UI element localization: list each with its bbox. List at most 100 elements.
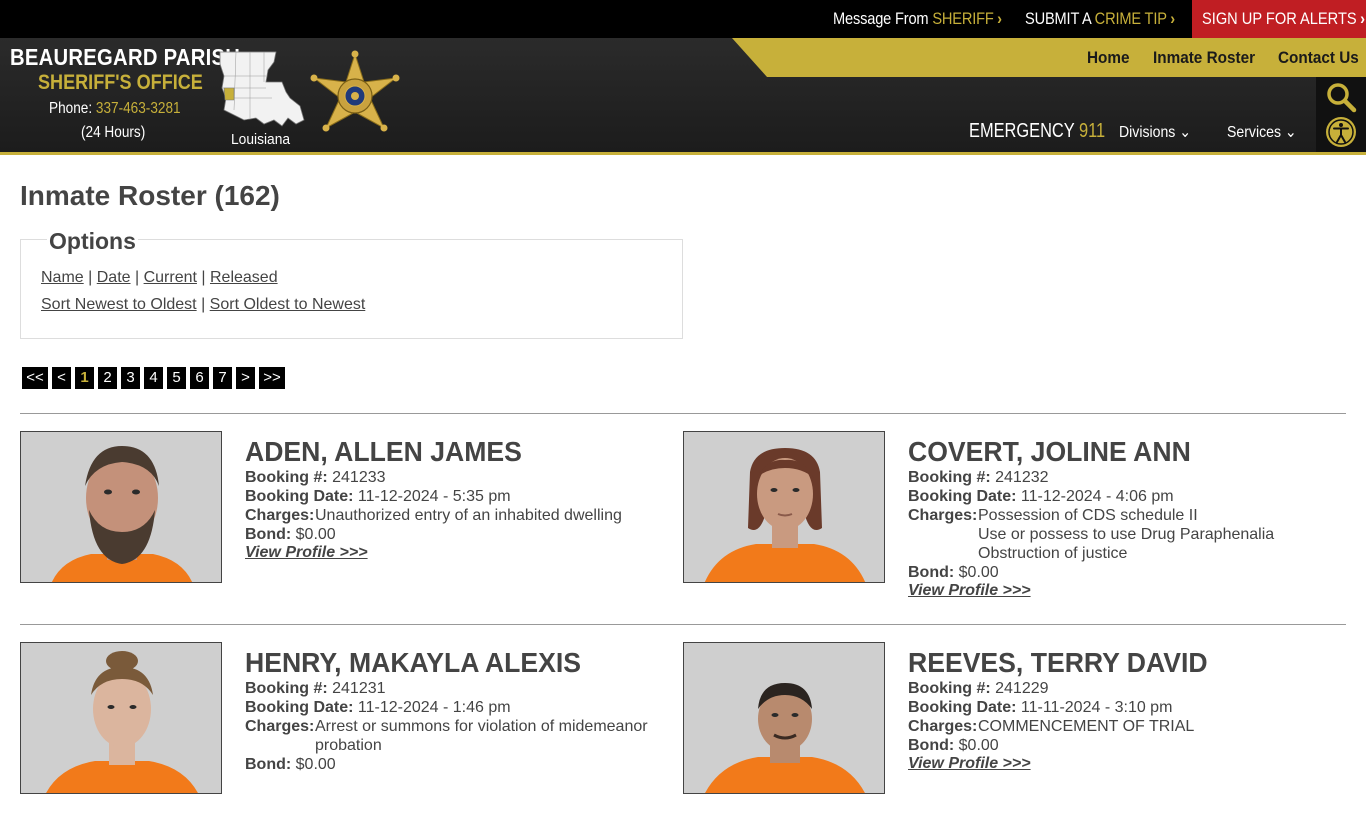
search-icon[interactable]: [1324, 80, 1358, 114]
pager-page-7[interactable]: 7: [213, 367, 232, 389]
booking-number-label: Booking #:: [908, 469, 991, 486]
bond-row: Bond: $0.00: [908, 736, 999, 755]
charge-item: Possession of CDS schedule II: [978, 507, 1198, 524]
booking-date-label: Booking Date:: [908, 488, 1017, 505]
chevron-right-icon: ›: [1360, 9, 1365, 28]
separator: |: [196, 296, 210, 313]
booking-date-value: 11-12-2024 - 5:35 pm: [357, 488, 511, 505]
phone-number[interactable]: 337-463-3281: [96, 100, 181, 117]
bond-value: $0.00: [295, 526, 336, 543]
booking-date-row: Booking Date: 11-12-2024 - 4:06 pm: [908, 487, 1174, 506]
view-profile-link[interactable]: View Profile >>>: [245, 544, 368, 562]
charges-row: Charges: COMMENCEMENT OF TRIAL: [908, 717, 1194, 736]
pager-page-1[interactable]: 1: [75, 367, 94, 389]
bond-value: $0.00: [958, 737, 999, 754]
submit-tip-label: SUBMIT A: [1025, 9, 1095, 28]
bond-row: Bond: $0.00: [245, 525, 336, 544]
inmate-mugshot[interactable]: [20, 431, 222, 583]
phone-hours: (24 Hours): [81, 124, 146, 141]
accessibility-icon[interactable]: [1324, 115, 1358, 149]
booking-number-value: 241232: [995, 469, 1049, 486]
charges-label: Charges:: [245, 507, 315, 524]
view-profile-link[interactable]: View Profile >>>: [908, 755, 1031, 773]
louisiana-map-icon: [219, 51, 305, 127]
chevron-right-icon: ›: [1170, 9, 1175, 28]
message-from-sheriff-link[interactable]: Message From SHERIFF ›: [833, 0, 1002, 38]
view-profile-link[interactable]: View Profile >>>: [908, 582, 1031, 600]
bond-label: Bond:: [908, 737, 955, 754]
pager-page-6[interactable]: 6: [190, 367, 209, 389]
booking-number-label: Booking #:: [908, 680, 991, 697]
options-legend: Options: [47, 228, 138, 255]
pager-next[interactable]: >: [236, 367, 255, 389]
charge-item: COMMENCEMENT OF TRIAL: [978, 718, 1195, 735]
filter-options-row: Name | Date | Current | Released: [41, 269, 278, 287]
booking-number-value: 241229: [995, 680, 1049, 697]
charges-label: Charges:: [908, 718, 978, 735]
charges-row: Charges: Unauthorized entry of an inhabit…: [245, 506, 622, 525]
message-from-accent: SHERIFF: [932, 9, 994, 28]
options-box: Options Name | Date | Current | Released…: [20, 228, 683, 339]
inmate-mugshot[interactable]: [683, 431, 885, 583]
emergency-label: EMERGENCY: [969, 120, 1079, 142]
nav-contact-link[interactable]: Contact Us: [1278, 38, 1359, 77]
divider: [20, 413, 1346, 414]
filter-released-link[interactable]: Released: [210, 269, 278, 286]
pager-page-5[interactable]: 5: [167, 367, 186, 389]
sort-newest-link[interactable]: Sort Newest to Oldest: [41, 296, 197, 313]
bond-label: Bond:: [245, 526, 292, 543]
filter-date-link[interactable]: Date: [97, 269, 131, 286]
primary-nav-bar: [732, 38, 1366, 77]
booking-date-row: Booking Date: 11-12-2024 - 1:46 pm: [245, 698, 511, 717]
inmate-name[interactable]: ADEN, ALLEN JAMES: [245, 436, 522, 468]
booking-number-value: 241233: [332, 469, 386, 486]
submit-crime-tip-link[interactable]: SUBMIT A CRIME TIP ›: [1025, 0, 1175, 38]
separator: |: [130, 269, 144, 286]
sort-options-row: Sort Newest to Oldest | Sort Oldest to N…: [41, 296, 365, 314]
inmate-card: ADEN, ALLEN JAMES Booking #: 241233 Book…: [20, 431, 660, 621]
charges-row: Charges: Arrest or summons for violation …: [245, 717, 648, 736]
booking-date-row: Booking Date: 11-11-2024 - 3:10 pm: [908, 698, 1172, 717]
inmate-mugshot[interactable]: [20, 642, 222, 794]
nav-divisions-dropdown[interactable]: Divisions ⌄: [1119, 122, 1191, 142]
nav-home-link[interactable]: Home: [1087, 38, 1130, 77]
booking-number-row: Booking #: 241232: [908, 468, 1049, 487]
charge-item: Obstruction of justice: [978, 545, 1128, 562]
sign-up-alerts-label: SIGN UP FOR ALERTS: [1202, 9, 1357, 28]
booking-number-label: Booking #:: [245, 680, 328, 697]
state-label: Louisiana: [231, 131, 291, 148]
page-title: Inmate Roster (162): [20, 180, 280, 211]
sheriff-star-badge-icon: [310, 50, 400, 132]
bond-value: $0.00: [295, 756, 336, 773]
bond-value: $0.00: [958, 564, 999, 581]
bond-row: Bond: $0.00: [908, 563, 999, 582]
pager-prev[interactable]: <: [52, 367, 71, 389]
pager-page-2[interactable]: 2: [98, 367, 117, 389]
inmate-name[interactable]: REEVES, TERRY DAVID: [908, 647, 1208, 679]
charges-label: Charges:: [908, 507, 978, 524]
inmate-card: REEVES, TERRY DAVID Booking #: 241229 Bo…: [683, 642, 1323, 832]
pager-last[interactable]: >>: [259, 367, 285, 389]
booking-date-value: 11-12-2024 - 4:06 pm: [1020, 488, 1174, 505]
sort-oldest-link[interactable]: Sort Oldest to Newest: [210, 296, 366, 313]
booking-date-label: Booking Date:: [908, 699, 1017, 716]
separator: |: [196, 269, 210, 286]
inmate-name[interactable]: COVERT, JOLINE ANN: [908, 436, 1191, 468]
inmate-name[interactable]: HENRY, MAKAYLA ALEXIS: [245, 647, 581, 679]
header-divider: [0, 152, 1366, 155]
nav-inmate-roster-link[interactable]: Inmate Roster: [1153, 38, 1255, 77]
pager-page-3[interactable]: 3: [121, 367, 140, 389]
site-name[interactable]: BEAUREGARD PARISH: [10, 44, 240, 71]
pager-first[interactable]: <<: [22, 367, 48, 389]
filter-current-link[interactable]: Current: [144, 269, 197, 286]
inmate-card: HENRY, MAKAYLA ALEXIS Booking #: 241231 …: [20, 642, 660, 832]
submit-tip-accent: CRIME TIP: [1094, 9, 1167, 28]
nav-services-dropdown[interactable]: Services ⌄: [1227, 122, 1297, 142]
charge-item: Use or possess to use Drug Paraphenalia: [978, 526, 1275, 543]
inmate-mugshot[interactable]: [683, 642, 885, 794]
filter-name-link[interactable]: Name: [41, 269, 84, 286]
pager-page-4[interactable]: 4: [144, 367, 163, 389]
phone-line: Phone: 337-463-3281: [49, 100, 181, 118]
sign-up-alerts-button[interactable]: SIGN UP FOR ALERTS ›: [1192, 0, 1366, 38]
emergency-line[interactable]: EMERGENCY 911: [969, 120, 1105, 143]
